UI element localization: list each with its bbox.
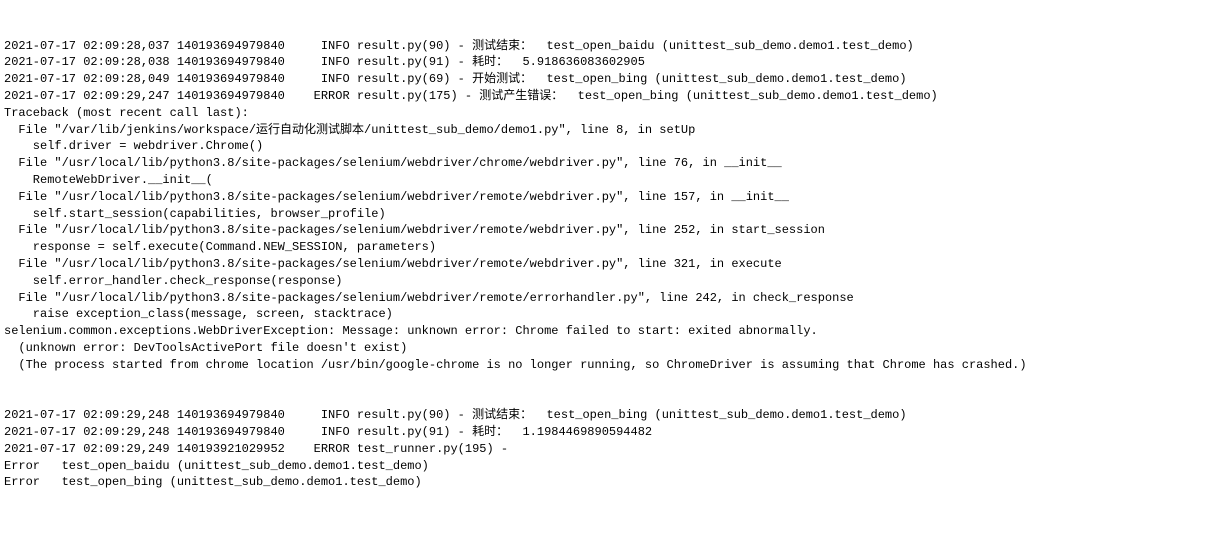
log-output: 2021-07-17 02:09:28,037 140193694979840 …: [4, 38, 1209, 492]
log-line: File "/usr/local/lib/python3.8/site-pack…: [4, 222, 1209, 239]
log-line: 2021-07-17 02:09:29,248 140193694979840 …: [4, 407, 1209, 424]
log-line: response = self.execute(Command.NEW_SESS…: [4, 239, 1209, 256]
log-line: 2021-07-17 02:09:29,249 140193921029952 …: [4, 441, 1209, 458]
log-line: raise exception_class(message, screen, s…: [4, 306, 1209, 323]
log-line: Traceback (most recent call last):: [4, 105, 1209, 122]
log-line: (The process started from chrome locatio…: [4, 357, 1209, 374]
log-line: File "/usr/local/lib/python3.8/site-pack…: [4, 256, 1209, 273]
log-line: 2021-07-17 02:09:29,248 140193694979840 …: [4, 424, 1209, 441]
log-line: self.error_handler.check_response(respon…: [4, 273, 1209, 290]
log-line: self.driver = webdriver.Chrome(): [4, 138, 1209, 155]
log-line: 2021-07-17 02:09:28,038 140193694979840 …: [4, 54, 1209, 71]
log-line: File "/usr/local/lib/python3.8/site-pack…: [4, 189, 1209, 206]
log-line: 2021-07-17 02:09:28,049 140193694979840 …: [4, 71, 1209, 88]
log-line: Error test_open_baidu (unittest_sub_demo…: [4, 458, 1209, 475]
log-line: Error test_open_bing (unittest_sub_demo.…: [4, 474, 1209, 491]
log-line: self.start_session(capabilities, browser…: [4, 206, 1209, 223]
log-line: File "/usr/local/lib/python3.8/site-pack…: [4, 290, 1209, 307]
log-line: [4, 390, 1209, 407]
log-line: (unknown error: DevToolsActivePort file …: [4, 340, 1209, 357]
log-line: 2021-07-17 02:09:28,037 140193694979840 …: [4, 38, 1209, 55]
log-line: File "/usr/local/lib/python3.8/site-pack…: [4, 155, 1209, 172]
log-line: RemoteWebDriver.__init__(: [4, 172, 1209, 189]
log-line: File "/var/lib/jenkins/workspace/运行自动化测试…: [4, 122, 1209, 139]
log-line: [4, 374, 1209, 391]
log-line: selenium.common.exceptions.WebDriverExce…: [4, 323, 1209, 340]
log-line: 2021-07-17 02:09:29,247 140193694979840 …: [4, 88, 1209, 105]
